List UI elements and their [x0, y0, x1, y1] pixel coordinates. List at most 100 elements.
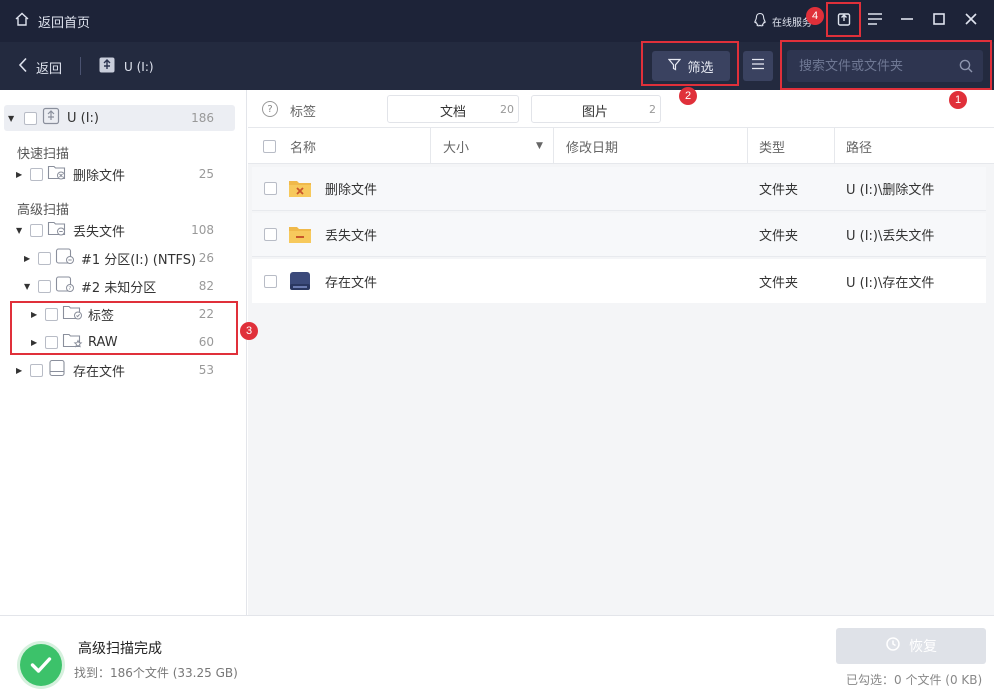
tree-label: 存在文件: [73, 364, 126, 380]
tree-item-partition-2[interactable]: ▼ ? #2 未知分区 82: [0, 273, 247, 299]
back-button[interactable]: 返回: [18, 57, 62, 77]
view-mode-button[interactable]: [743, 51, 773, 81]
row-checkbox[interactable]: [264, 228, 277, 241]
search-input[interactable]: [787, 50, 957, 82]
tree-checkbox[interactable]: [38, 279, 51, 293]
toolbar: 返回 U (I:) 筛选: [0, 42, 994, 90]
unknown-partition-icon: ?: [55, 275, 75, 297]
tree-checkbox[interactable]: [30, 223, 43, 237]
tree-item-deleted-files[interactable]: ▶ 删除文件 25: [0, 161, 247, 187]
tree-count: 60: [198, 335, 214, 349]
deleted-folder-icon: [47, 163, 67, 185]
filter-button[interactable]: 筛选: [652, 51, 730, 81]
tree-label: 删除文件: [73, 168, 126, 184]
title-bar: 返回首页 在线服务: [0, 0, 994, 42]
caret-down-icon[interactable]: ▼: [24, 282, 32, 291]
filter-label: 筛选: [687, 60, 714, 76]
tag-filter-label: 标签: [290, 105, 317, 120]
help-icon[interactable]: ?: [262, 101, 278, 117]
tree-checkbox[interactable]: [38, 251, 51, 265]
tag-chip-documents[interactable]: 文档 20: [387, 95, 519, 123]
search-icon[interactable]: [959, 59, 973, 77]
annotation-badge-3: 3: [240, 322, 258, 340]
row-checkbox[interactable]: [264, 274, 277, 288]
home-link[interactable]: 返回首页: [14, 11, 90, 31]
recover-button[interactable]: 恢复: [836, 628, 986, 664]
table-row[interactable]: 存在文件 文件夹 U (I:)\存在文件: [252, 259, 986, 303]
caret-right-icon[interactable]: ▶: [24, 254, 32, 263]
tree-item-partition-1[interactable]: ▶ #1 分区(I:) (NTFS) 26: [0, 245, 247, 271]
advanced-scan-section-label: 高级扫描: [17, 203, 70, 218]
tree-label: #2 未知分区: [81, 280, 157, 296]
close-icon: [964, 12, 978, 30]
row-name: 存在文件: [325, 275, 378, 291]
tree-count: 25: [198, 167, 214, 181]
tag-chip-name: 文档: [440, 105, 467, 120]
caret-down-icon[interactable]: ▼: [16, 226, 24, 235]
tree-count: 108: [191, 223, 214, 237]
tree-checkbox[interactable]: [30, 363, 43, 377]
minimize-icon: [900, 12, 914, 30]
tag-chip-images[interactable]: 图片 2: [531, 95, 661, 123]
column-header-type[interactable]: 类型: [759, 128, 785, 164]
sort-desc-icon[interactable]: ▼: [536, 128, 543, 164]
raw-folder-icon: [62, 331, 84, 353]
caret-right-icon[interactable]: ▶: [16, 170, 24, 179]
svg-text:?: ?: [68, 286, 71, 292]
row-type: 文件夹: [759, 275, 799, 291]
deleted-folder-icon: [288, 178, 312, 202]
column-header-modified[interactable]: 修改日期: [566, 128, 618, 164]
tree-checkbox[interactable]: [45, 307, 58, 321]
selection-summary: 已勾选：0 个文件 (0 KB): [846, 673, 983, 687]
select-all-checkbox[interactable]: [263, 128, 276, 164]
chevron-left-icon: [18, 57, 28, 77]
search-box: [787, 50, 983, 82]
tree-item-lost-files[interactable]: ▼ 丢失文件 108: [0, 217, 247, 243]
tree-checkbox[interactable]: [45, 335, 58, 349]
tree-count: 82: [198, 279, 214, 293]
column-divider: [747, 128, 748, 164]
folder-tree: ▼ U (I:) 186 快速扫描 ▶ 删除文件 25 高级扫描 ▼ 丢失文件 …: [0, 90, 247, 615]
close-button[interactable]: [960, 10, 982, 32]
list-icon: [751, 58, 765, 74]
maximize-button[interactable]: [928, 10, 950, 32]
home-icon: [14, 11, 30, 31]
caret-right-icon[interactable]: ▶: [31, 338, 39, 347]
table-row[interactable]: 丢失文件 文件夹 U (I:)\丢失文件: [252, 213, 986, 257]
tree-count: 186: [191, 111, 214, 125]
quick-scan-section-label: 快速扫描: [17, 147, 70, 162]
file-list-panel: ? 标签 文档 20 图片 2 名称 大小 ▼ 修改日期 类型 路径 删除文件 …: [248, 90, 994, 615]
online-service-link[interactable]: 在线服务: [752, 12, 812, 31]
maximize-icon: [932, 12, 946, 30]
scan-found-summary: 找到：186个文件 (33.25 GB): [74, 666, 238, 680]
tree-item-root-drive[interactable]: ▼ U (I:) 186: [4, 105, 235, 131]
caret-right-icon[interactable]: ▶: [31, 310, 39, 319]
row-name: 丢失文件: [325, 229, 378, 244]
column-header-path[interactable]: 路径: [846, 128, 872, 164]
tree-checkbox[interactable]: [24, 111, 37, 125]
caret-right-icon[interactable]: ▶: [16, 366, 24, 375]
hard-drive-icon: [47, 359, 67, 381]
tree-checkbox[interactable]: [30, 167, 43, 181]
column-header-size[interactable]: 大小: [443, 128, 469, 164]
main-menu-button[interactable]: [864, 10, 886, 32]
tree-label: #1 分区(I:) (NTFS): [81, 252, 197, 268]
lost-folder-icon: [288, 224, 312, 248]
caret-down-icon[interactable]: ▼: [8, 114, 16, 123]
tag-folder-icon: [62, 303, 84, 325]
hard-drive-icon: [288, 270, 312, 296]
table-row[interactable]: 删除文件 文件夹 U (I:)\删除文件: [252, 167, 986, 211]
column-divider: [834, 128, 835, 164]
export-button[interactable]: [833, 10, 855, 32]
minimize-button[interactable]: [896, 10, 918, 32]
tree-item-raw[interactable]: ▶ RAW 60: [0, 329, 247, 355]
tree-item-existing-files[interactable]: ▶ 存在文件 53: [0, 357, 247, 383]
annotation-badge-2: 2: [679, 87, 697, 105]
status-bar: 高级扫描完成 找到：186个文件 (33.25 GB) 恢复 已勾选：0 个文件…: [0, 615, 994, 696]
tag-chip-count: 20: [500, 103, 514, 116]
column-header-name[interactable]: 名称: [290, 128, 316, 164]
tree-item-tags[interactable]: ▶ 标签 22: [0, 301, 247, 327]
annotation-badge-4: 4: [806, 7, 824, 25]
row-checkbox[interactable]: [264, 182, 277, 195]
current-drive: U (I:): [98, 56, 154, 77]
